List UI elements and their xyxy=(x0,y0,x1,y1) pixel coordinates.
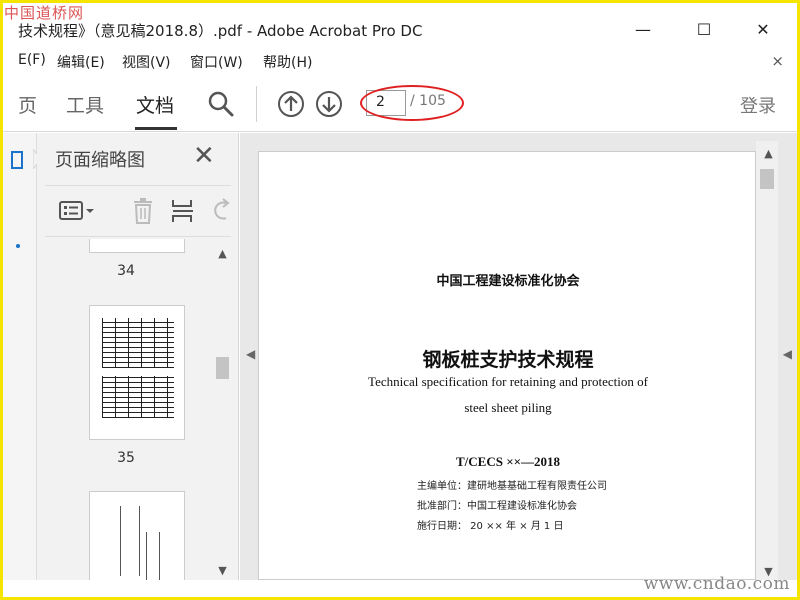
menu-view[interactable]: 视图(V) xyxy=(122,52,171,72)
document-area: ◀ ◀ 中国工程建设标准化协会 钢板桩支护技术规程 Technical spec… xyxy=(240,133,800,580)
thumbnail-label: 34 xyxy=(117,263,135,279)
menu-bar: E(F) 编辑(E) 视图(V) 窗口(W) 帮助(H) × xyxy=(0,46,800,76)
thumbnail-panel: 页面缩略图 ✕ 34 35 ▲ ▼ xyxy=(37,133,239,580)
page-title: 钢板桩支护技术规程 xyxy=(422,349,594,371)
toolbar-separator xyxy=(256,86,257,122)
page-organization: 中国工程建设标准化协会 xyxy=(436,274,580,289)
close-panel-button[interactable]: ✕ xyxy=(193,141,215,171)
scroll-up-arrow[interactable]: ▲ xyxy=(760,147,777,160)
login-button[interactable]: 登录 xyxy=(740,92,776,118)
menu-edit[interactable]: 编辑(E) xyxy=(57,52,105,72)
active-tab-indicator xyxy=(135,127,177,130)
panel-title: 页面缩略图 xyxy=(55,150,145,171)
close-document-button[interactable]: × xyxy=(771,52,784,70)
insert-page-icon[interactable] xyxy=(171,198,195,224)
thumbnail-label: 35 xyxy=(117,450,135,466)
document-page: 中国工程建设标准化协会 钢板桩支护技术规程 Technical specific… xyxy=(258,151,756,580)
expand-right-panel-icon[interactable]: ◀ xyxy=(783,347,792,361)
thumbnail-table-graphic xyxy=(102,318,174,368)
thumbnail-list: 34 35 xyxy=(37,239,215,580)
tab-home[interactable]: 页 xyxy=(18,91,37,118)
thumbnail-figure-graphic xyxy=(120,506,140,576)
window-title: 技术规程》（意见稿2018.8）.pdf - Adobe Acrobat Pro… xyxy=(18,22,423,40)
delete-icon[interactable] xyxy=(131,198,155,224)
red-annotation-ellipse xyxy=(360,85,464,121)
thumbnail-figure-graphic xyxy=(146,532,160,580)
thumbnail-page[interactable] xyxy=(89,491,185,580)
page-thumbnails-nav-icon[interactable] xyxy=(11,151,25,171)
scroll-thumb[interactable] xyxy=(216,357,229,379)
bookmark-nav-icon[interactable] xyxy=(13,241,23,251)
page-standard-code: T/CECS ××—2018 xyxy=(455,454,561,469)
panel-toolbar xyxy=(45,185,231,237)
menu-file[interactable]: E(F) xyxy=(18,52,46,68)
thumbnail-table-graphic xyxy=(102,376,174,418)
page-meta-editor: 主编单位：建研地基基础工程有限责任公司 xyxy=(417,481,607,492)
page-down-icon[interactable] xyxy=(315,90,343,118)
tab-tools[interactable]: 工具 xyxy=(66,91,104,118)
page-up-icon[interactable] xyxy=(277,90,305,118)
collapse-left-panel-icon[interactable]: ◀ xyxy=(246,347,255,361)
scroll-thumb[interactable] xyxy=(760,169,774,189)
watermark-bottom-right: www.cndao.com xyxy=(643,574,790,594)
page-english-title-line1: Technical specification for retaining an… xyxy=(368,374,648,389)
menu-window[interactable]: 窗口(W) xyxy=(190,52,243,72)
scroll-down-arrow[interactable]: ▼ xyxy=(214,564,231,577)
left-navigation-strip xyxy=(3,133,41,580)
maximize-button[interactable]: ☐ xyxy=(684,18,724,42)
document-scrollbar[interactable]: ▲ ▼ xyxy=(756,141,778,580)
watermark-top-left: 中国道桥网 xyxy=(4,4,85,22)
rotate-icon[interactable] xyxy=(211,198,231,224)
minimize-button[interactable]: — xyxy=(623,18,663,42)
scroll-up-arrow[interactable]: ▲ xyxy=(214,247,231,260)
thumbnail-page[interactable] xyxy=(89,239,185,253)
page-meta-date: 施行日期： 20 ×× 年 × 月 1 日 xyxy=(417,521,564,532)
menu-help[interactable]: 帮助(H) xyxy=(263,52,312,72)
thumbnail-page[interactable] xyxy=(89,305,185,440)
tab-document[interactable]: 文档 xyxy=(136,91,174,118)
thumbnail-scrollbar[interactable]: ▲ ▼ xyxy=(214,239,231,580)
options-icon[interactable] xyxy=(59,200,95,222)
page-english-title-line2: steel sheet piling xyxy=(464,400,552,415)
toolbar: 页 工具 文档 2 / 105 登录 xyxy=(0,76,800,132)
search-icon[interactable] xyxy=(207,90,235,118)
page-meta-approver: 批准部门：中国工程建设标准化协会 xyxy=(417,501,577,512)
close-window-button[interactable]: ✕ xyxy=(743,18,783,42)
title-bar: 技术规程》（意见稿2018.8）.pdf - Adobe Acrobat Pro… xyxy=(0,0,800,46)
